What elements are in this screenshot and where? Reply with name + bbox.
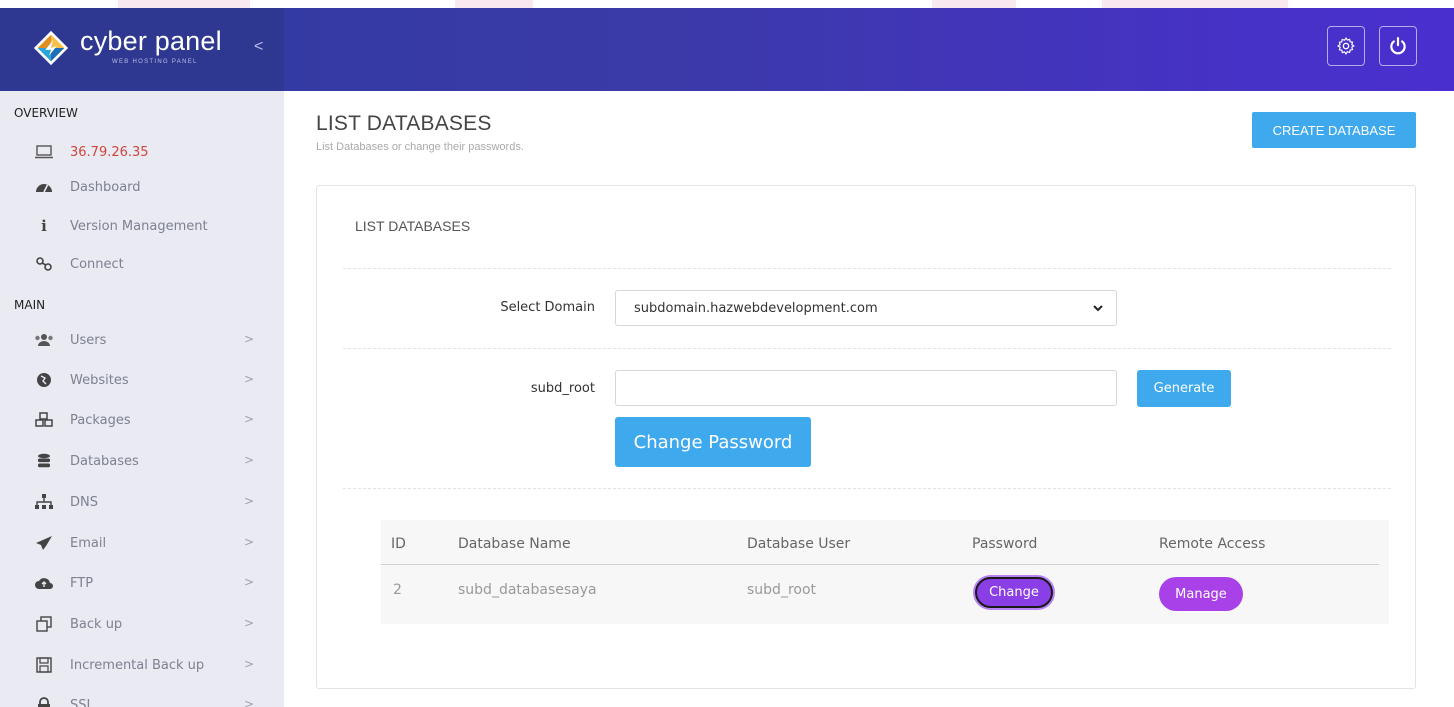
change-password-button[interactable]: Change Password xyxy=(615,417,811,467)
cell-database-user: subd_root xyxy=(747,582,817,598)
sidebar-item-label: Connect xyxy=(70,256,124,272)
chevron-right-icon: > xyxy=(243,332,254,346)
sidebar-item-backup[interactable]: Back up > xyxy=(34,613,254,635)
sidebar-item-incremental-backup[interactable]: Incremental Back up > xyxy=(34,654,254,676)
sidebar-collapse-button[interactable]: < xyxy=(254,38,263,56)
monitor-icon xyxy=(34,144,54,160)
database-icon xyxy=(34,453,54,469)
divider xyxy=(343,268,1391,269)
gear-icon xyxy=(1337,37,1355,55)
column-header-password: Password xyxy=(972,536,1038,552)
sidebar-item-dns[interactable]: DNS > xyxy=(34,491,254,513)
chevron-right-icon: > xyxy=(243,453,254,467)
list-databases-card: LIST DATABASES Select Domain subdomain.h… xyxy=(316,185,1416,689)
domain-select-value: subdomain.hazwebdevelopment.com xyxy=(634,300,878,316)
save-icon xyxy=(34,657,54,673)
change-db-password-button[interactable]: Change xyxy=(975,577,1053,608)
chevron-right-icon: > xyxy=(243,575,254,589)
sidebar-section-main: MAIN xyxy=(14,298,46,312)
select-domain-label: Select Domain xyxy=(500,300,595,315)
sidebar-item-label: FTP xyxy=(70,575,94,591)
sidebar-item-label: Dashboard xyxy=(70,179,141,195)
sidebar-item-label: SSL xyxy=(70,697,94,707)
databases-table: ID Database Name Database User Password … xyxy=(381,520,1389,624)
password-input[interactable] xyxy=(615,370,1117,406)
domain-select[interactable]: subdomain.hazwebdevelopment.com xyxy=(615,290,1117,326)
dashboard-icon xyxy=(34,179,54,195)
top-strip xyxy=(0,0,1454,8)
sidebar-item-users[interactable]: Users > xyxy=(34,329,254,351)
sitemap-icon xyxy=(34,494,54,510)
lock-icon xyxy=(34,697,54,707)
sidebar-item-label: Websites xyxy=(70,372,129,388)
card-title: LIST DATABASES xyxy=(355,218,471,234)
sidebar-item-version-management[interactable]: i Version Management xyxy=(34,215,254,237)
sidebar-item-server-ip[interactable]: 36.79.26.35 xyxy=(34,141,254,163)
brand: cyber panel WEB HOSTING PANEL < xyxy=(0,8,284,91)
sidebar-item-label: Email xyxy=(70,535,107,551)
page-title: LIST DATABASES xyxy=(316,112,492,135)
cell-id: 2 xyxy=(393,582,402,598)
sidebar-item-connect[interactable]: Connect xyxy=(34,253,254,275)
info-icon: i xyxy=(41,217,47,235)
power-button[interactable] xyxy=(1379,26,1417,66)
sidebar-item-label: Version Management xyxy=(70,218,208,234)
users-icon xyxy=(34,332,54,348)
chevron-right-icon: > xyxy=(243,494,254,508)
sidebar-item-label: 36.79.26.35 xyxy=(70,144,149,160)
sidebar-item-label: Incremental Back up xyxy=(70,657,205,673)
column-header-remote-access: Remote Access xyxy=(1159,536,1266,552)
sidebar-item-label: DNS xyxy=(70,494,98,510)
divider xyxy=(343,348,1391,349)
generate-password-button[interactable]: Generate xyxy=(1137,370,1231,407)
column-header-id: ID xyxy=(391,536,406,552)
send-icon xyxy=(34,535,54,551)
manage-remote-access-button[interactable]: Manage xyxy=(1159,577,1243,611)
brand-subtitle: WEB HOSTING PANEL xyxy=(112,59,198,65)
cell-database-name: subd_databasesaya xyxy=(458,582,597,598)
sidebar-item-label: Packages xyxy=(70,412,131,428)
sidebar-item-packages[interactable]: Packages > xyxy=(34,409,254,431)
sidebar-item-label: Back up xyxy=(70,616,123,632)
sidebar-item-label: Databases xyxy=(70,453,139,469)
power-icon xyxy=(1390,37,1406,55)
divider xyxy=(343,488,1391,489)
sidebar-item-dashboard[interactable]: Dashboard xyxy=(34,176,254,198)
cubes-icon xyxy=(34,412,54,428)
top-header: cyber panel WEB HOSTING PANEL < xyxy=(0,8,1454,91)
sidebar: OVERVIEW 36.79.26.35 Dashboard i Version… xyxy=(0,91,284,707)
sidebar-section-overview: OVERVIEW xyxy=(14,106,78,120)
sidebar-item-email[interactable]: Email > xyxy=(34,532,254,554)
logo-icon xyxy=(33,30,69,66)
sidebar-item-label: Users xyxy=(70,332,107,348)
cloud-upload-icon xyxy=(34,575,54,591)
chevron-right-icon: > xyxy=(243,535,254,549)
settings-button[interactable] xyxy=(1327,26,1365,66)
column-header-database-user: Database User xyxy=(747,536,851,552)
sidebar-item-websites[interactable]: Websites > xyxy=(34,369,254,391)
chevron-right-icon: > xyxy=(243,412,254,426)
page-subtitle: List Databases or change their passwords… xyxy=(316,141,524,153)
link-icon xyxy=(34,256,54,272)
chevron-right-icon: > xyxy=(243,616,254,630)
chevron-down-icon xyxy=(1093,305,1103,312)
create-database-button[interactable]: CREATE DATABASE xyxy=(1252,112,1416,148)
database-user-label: subd_root xyxy=(530,381,595,396)
copy-icon xyxy=(34,616,54,632)
table-header-divider xyxy=(381,564,1379,565)
globe-icon xyxy=(34,372,54,388)
column-header-database-name: Database Name xyxy=(458,536,571,552)
sidebar-item-ftp[interactable]: FTP > xyxy=(34,572,254,594)
brand-name: cyber panel xyxy=(80,26,222,56)
chevron-right-icon: > xyxy=(243,657,254,671)
chevron-right-icon: > xyxy=(243,372,254,386)
sidebar-item-databases[interactable]: Databases > xyxy=(34,450,254,472)
sidebar-item-ssl[interactable]: SSL > xyxy=(34,694,254,707)
chevron-right-icon: > xyxy=(243,697,254,707)
